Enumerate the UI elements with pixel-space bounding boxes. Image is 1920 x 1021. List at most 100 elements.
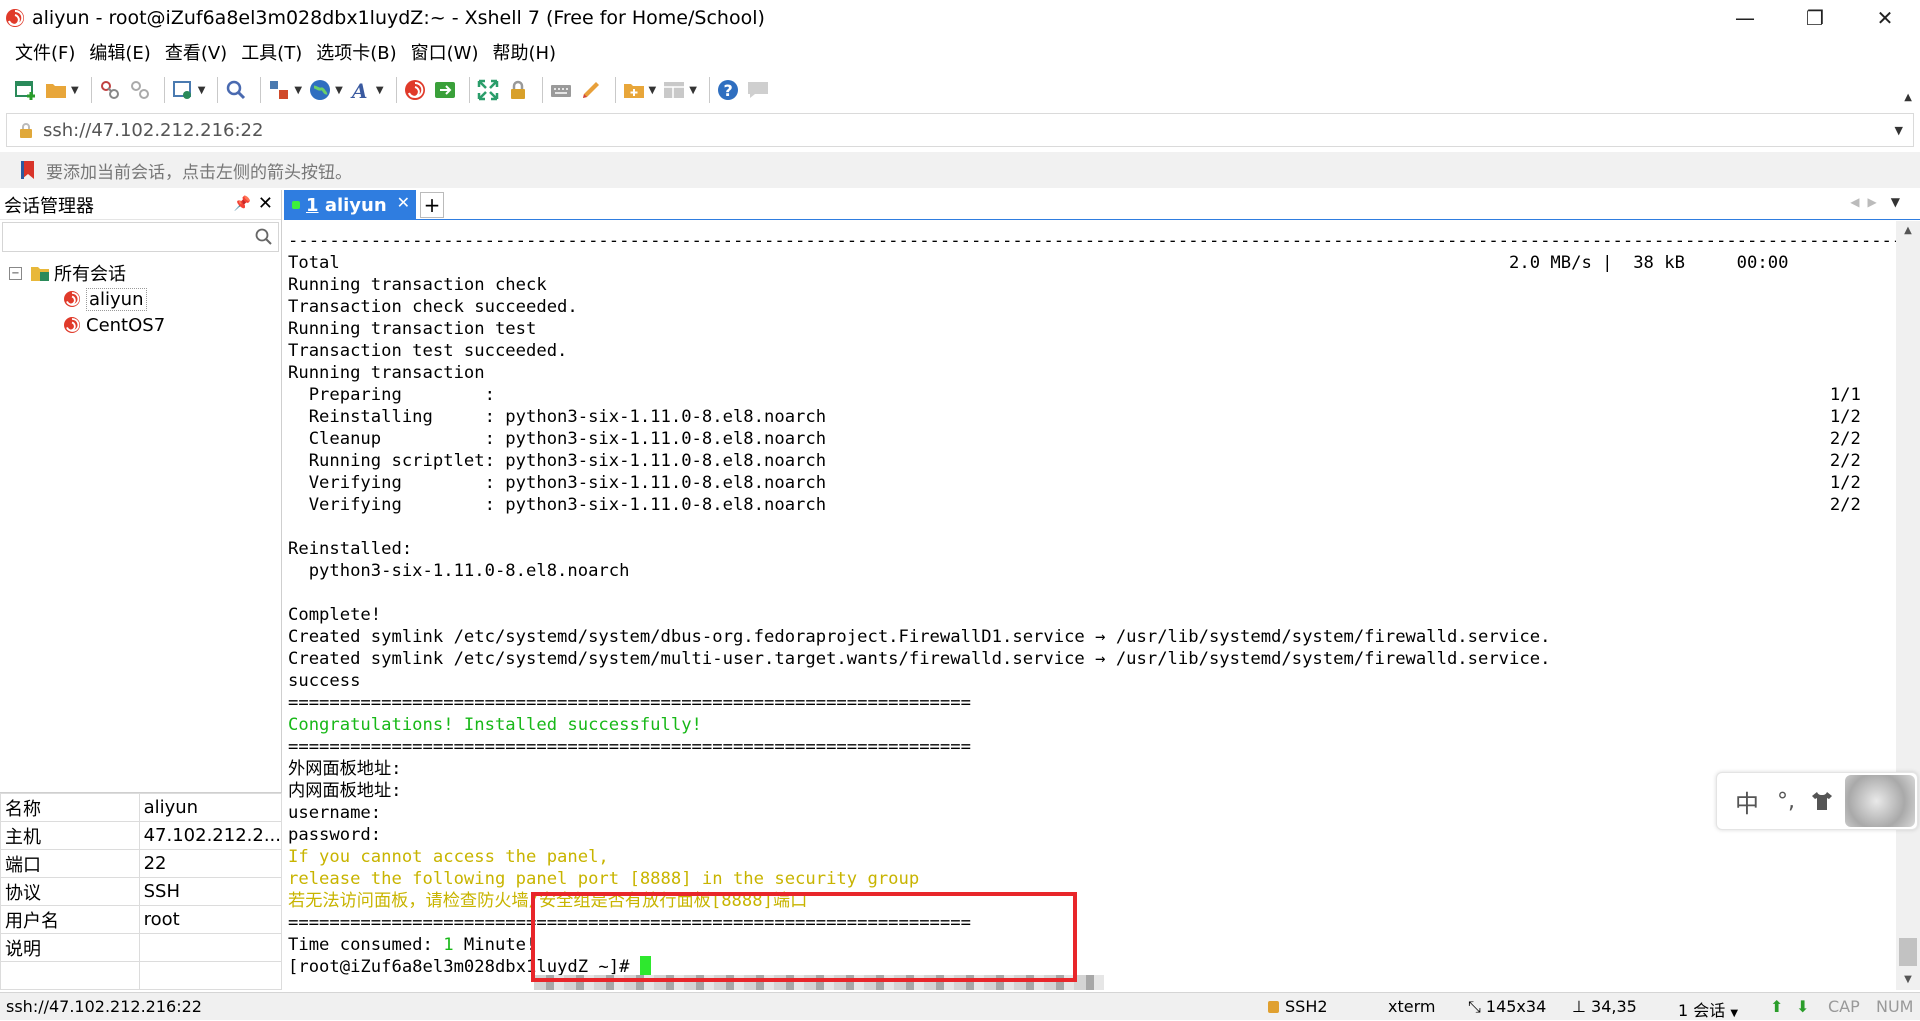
terminal-line-text: Time consumed: — [288, 935, 444, 955]
ime-toolbar[interactable]: 中 °, — [1716, 772, 1918, 830]
toolbar-overflow-icon[interactable]: ▲ — [1904, 92, 1912, 103]
tab-number: 1 — [306, 194, 319, 216]
chevron-down-icon[interactable]: ▼ — [689, 85, 697, 96]
tab-navigation: ◀▶ ▼ — [1850, 195, 1908, 209]
ime-language[interactable]: 中 — [1735, 784, 1759, 819]
connect-button[interactable] — [98, 76, 122, 104]
menu-bar: 文件(F) 编辑(E) 查看(V) 工具(T) 选项卡(B) 窗口(W) 帮助(… — [0, 35, 1920, 69]
xftp-button[interactable] — [403, 76, 427, 104]
status-num-lock: NUM — [1876, 997, 1914, 1016]
close-icon[interactable]: ✕ — [258, 193, 273, 214]
menu-help[interactable]: 帮助(H) — [487, 39, 561, 65]
lock-button[interactable] — [506, 76, 530, 104]
menu-tools[interactable]: 工具(T) — [236, 39, 307, 65]
chevron-down-icon[interactable]: ▼ — [294, 85, 302, 96]
tree-folder-all-sessions[interactable]: − 所有会话 — [0, 260, 281, 286]
upload-arrow-icon: ⬆ — [1770, 997, 1784, 1016]
skin-icon[interactable] — [1811, 791, 1833, 811]
cursor-position-icon: ⊥ — [1572, 997, 1592, 1016]
bookmark-icon[interactable] — [20, 160, 38, 180]
terminal-line-text: 外网面板地址: — [288, 759, 412, 779]
terminal-line: Running scriptlet: python3-six-1.11.0-8.… — [288, 450, 1896, 472]
new-session-icon — [15, 81, 35, 100]
find-button[interactable] — [224, 76, 248, 104]
add-folder-icon — [623, 84, 644, 98]
terminal-line-text: Reinstalled: — [288, 539, 413, 559]
tree-item-centos7[interactable]: CentOS7 — [0, 312, 281, 338]
chevron-down-icon[interactable]: ▼ — [71, 85, 79, 96]
tree-folder-label: 所有会话 — [54, 264, 126, 285]
collapse-icon[interactable]: − — [9, 266, 22, 280]
terminal-line-text: Running transaction — [288, 363, 485, 383]
add-tab-button[interactable]: + — [420, 192, 444, 218]
new-session-button[interactable] — [14, 76, 38, 104]
keyboard-button[interactable] — [549, 76, 573, 104]
chevron-right-icon[interactable]: ▶ — [1868, 195, 1885, 209]
menu-tabs[interactable]: 选项卡(B) — [311, 39, 401, 65]
chevron-down-icon[interactable]: ▼ — [376, 85, 384, 96]
connected-status-icon — [292, 201, 300, 209]
terminal-output[interactable]: ----------------------------------------… — [284, 221, 1896, 990]
scrollbar-thumb[interactable] — [1899, 938, 1917, 966]
terminal-line: ========================================… — [288, 692, 1896, 714]
property-value: root — [138, 905, 283, 934]
transfer-button[interactable]: ▼ — [267, 76, 302, 104]
highlight-button[interactable] — [579, 76, 603, 104]
xshell-window: aliyun - root@iZuf6a8el3m028dbx1luydZ:~ … — [0, 0, 1920, 1020]
status-address: ssh://47.102.212.216:22 — [6, 997, 202, 1016]
terminal-line-text: Total 2.0 MB/s | 38 kB 00:00 — [288, 253, 1789, 273]
menu-edit[interactable]: 编辑(E) — [84, 39, 155, 65]
minimize-button[interactable]: — — [1710, 0, 1780, 35]
chat-button[interactable] — [746, 76, 770, 104]
open-folder-button[interactable]: ▼ — [44, 76, 79, 104]
terminal-line: Transaction test succeeded. — [288, 340, 1896, 362]
terminal-line-text: ========================================… — [288, 737, 971, 757]
properties-button[interactable]: ▼ — [171, 76, 206, 104]
chevron-left-icon[interactable]: ◀ — [1850, 195, 1867, 209]
toolbar-separator — [468, 77, 470, 103]
search-icon[interactable] — [254, 227, 274, 247]
help-button[interactable]: ? — [716, 76, 740, 104]
pen-icon — [582, 82, 599, 98]
close-button[interactable]: ✕ — [1850, 0, 1920, 35]
scroll-up-icon[interactable]: ▲ — [1896, 221, 1920, 241]
terminal-line: Preparing : 1/1 — [288, 384, 1896, 406]
font-button[interactable]: A ▼ — [349, 76, 384, 104]
chevron-down-icon[interactable]: ▼ — [649, 85, 657, 96]
menu-window[interactable]: 窗口(W) — [406, 39, 484, 65]
address-bar[interactable]: ssh://47.102.212.216:22 ▼ — [6, 113, 1914, 147]
chevron-down-icon[interactable]: ▼ — [198, 85, 206, 96]
restore-button[interactable]: ❐ — [1780, 0, 1850, 35]
close-icon[interactable]: ✕ — [397, 193, 410, 212]
session-search-field[interactable] — [3, 223, 278, 251]
chevron-down-icon[interactable]: ▼ — [335, 85, 343, 96]
xftp-transfer-button[interactable] — [433, 76, 457, 104]
table-row — [0, 961, 283, 990]
disconnect-button[interactable] — [128, 76, 152, 104]
add-button[interactable]: ▼ — [622, 76, 657, 104]
property-key: 名称 — [0, 793, 140, 822]
table-row: 用户名 root — [0, 905, 283, 934]
terminal-line: Total 2.0 MB/s | 38 kB 00:00 — [288, 252, 1896, 274]
layout-button[interactable]: ▼ — [662, 76, 697, 104]
menu-file[interactable]: 文件(F) — [10, 39, 80, 65]
chevron-down-icon[interactable]: ▼ — [1895, 124, 1903, 137]
tab-aliyun[interactable]: 1 aliyun ✕ — [284, 190, 416, 220]
chevron-down-icon[interactable]: ▼ — [1891, 195, 1908, 209]
window-title: aliyun - root@iZuf6a8el3m028dbx1luydZ:~ … — [32, 6, 765, 29]
chevron-down-icon[interactable]: ▼ — [1730, 1008, 1738, 1019]
address-input[interactable]: ssh://47.102.212.216:22 — [43, 120, 263, 141]
tab-label: 1 aliyun — [306, 195, 387, 216]
fullscreen-button[interactable] — [476, 76, 500, 104]
scroll-down-icon[interactable]: ▼ — [1896, 970, 1920, 990]
tree-item-aliyun[interactable]: aliyun — [0, 286, 281, 312]
terminal-scrollbar[interactable]: ▲ ▼ — [1896, 221, 1920, 990]
globe-button[interactable]: ▼ — [308, 76, 343, 104]
pin-icon[interactable]: 📌 — [234, 196, 251, 212]
terminal-line: If you cannot access the panel, — [288, 846, 1896, 868]
lock-icon — [20, 123, 32, 138]
session-search-input[interactable] — [2, 222, 279, 252]
menu-view[interactable]: 查看(V) — [160, 39, 232, 65]
terminal-line: Reinstalling : python3-six-1.11.0-8.el8.… — [288, 406, 1896, 428]
ime-punctuation[interactable]: °, — [1777, 789, 1795, 814]
